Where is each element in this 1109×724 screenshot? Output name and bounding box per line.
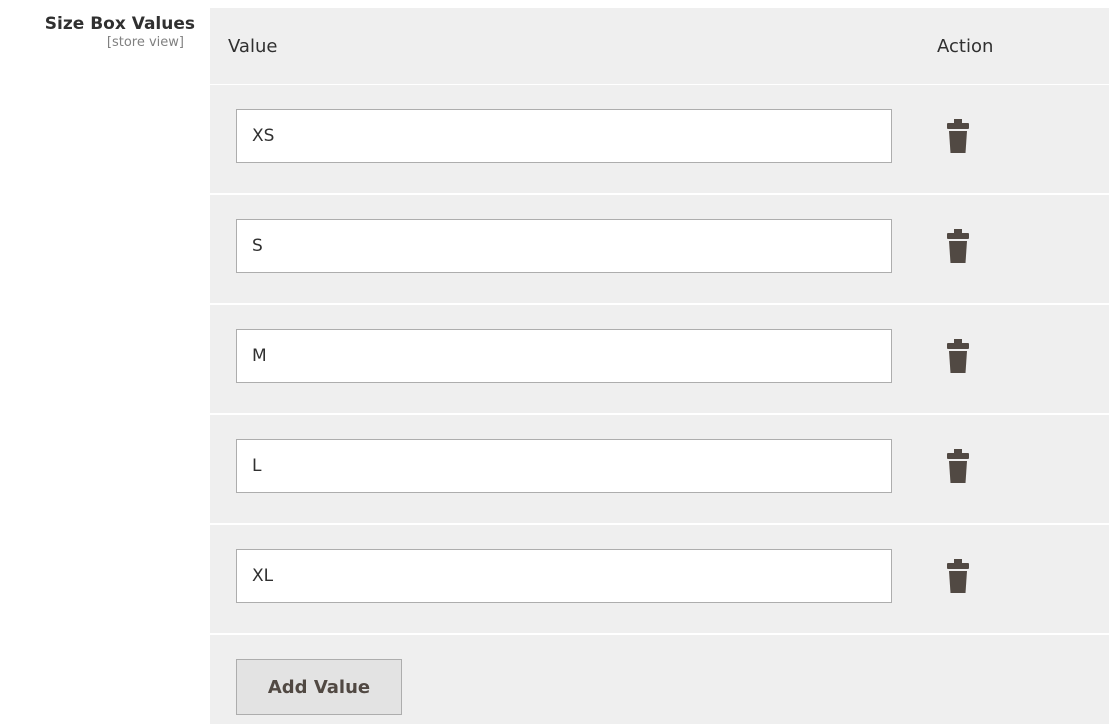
field-scope: [store view] [106, 35, 184, 50]
value-input[interactable] [236, 439, 892, 493]
trash-icon [947, 559, 969, 593]
grid-footer: Add Value [210, 635, 1109, 724]
trash-icon [947, 449, 969, 483]
field-title: Size Box Values [44, 14, 195, 34]
delete-row-button[interactable] [942, 449, 974, 483]
field-label: Size Box Values [store view] [0, 14, 195, 52]
grid-header: Value Action [210, 8, 1109, 85]
value-input[interactable] [236, 109, 892, 163]
size-values-grid: Value Action XS S M L XL Add Value [210, 8, 1109, 724]
delete-row-button[interactable] [942, 229, 974, 263]
value-input[interactable] [236, 219, 892, 273]
table-row [210, 305, 1109, 415]
column-header-action: Action [937, 36, 994, 57]
value-input[interactable] [236, 549, 892, 603]
column-header-value: Value [228, 36, 278, 57]
delete-row-button[interactable] [942, 339, 974, 373]
delete-row-button[interactable] [942, 119, 974, 153]
trash-icon [947, 119, 969, 153]
table-row [210, 195, 1109, 305]
value-input[interactable] [236, 329, 892, 383]
delete-row-button[interactable] [942, 559, 974, 593]
trash-icon [947, 229, 969, 263]
table-row [210, 85, 1109, 195]
table-row [210, 525, 1109, 635]
add-value-button[interactable]: Add Value [236, 659, 402, 715]
trash-icon [947, 339, 969, 373]
table-row [210, 415, 1109, 525]
